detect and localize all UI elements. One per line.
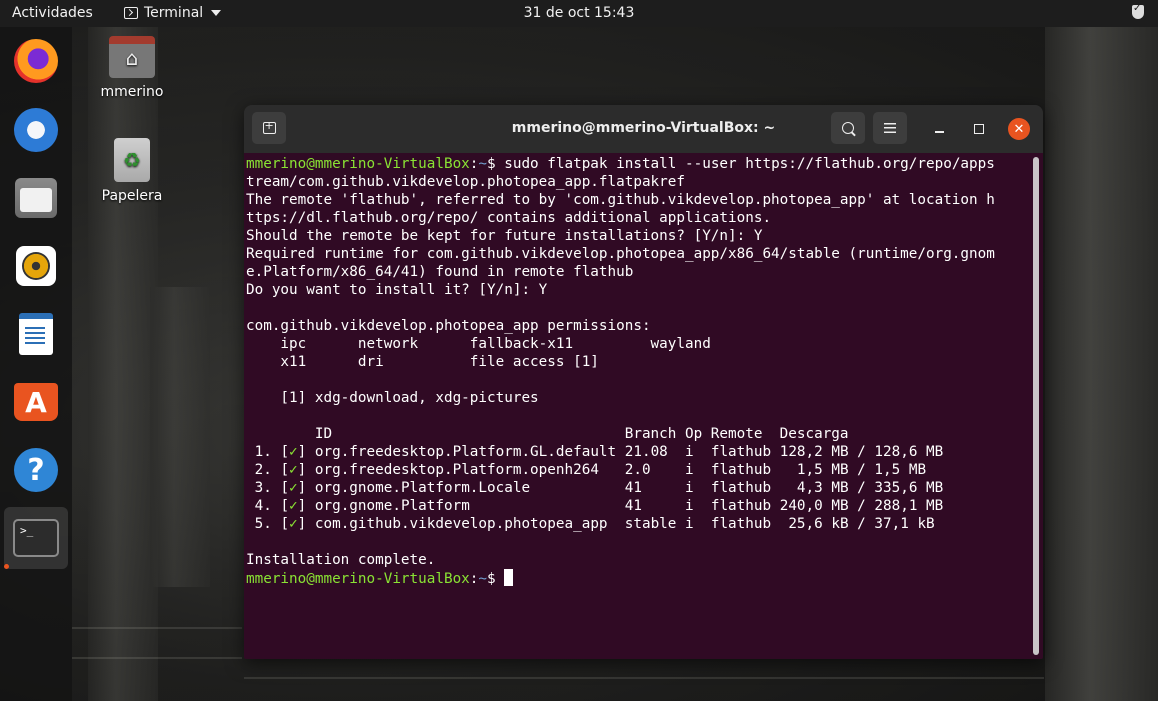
help-icon: ?	[14, 448, 58, 492]
prompt-user: mmerino@mmerino-VirtualBox	[246, 571, 470, 587]
menu-button[interactable]	[873, 112, 907, 144]
firefox-icon	[14, 39, 58, 83]
dock-item-help[interactable]: ?	[10, 444, 62, 496]
search-button[interactable]	[831, 112, 865, 144]
output-line: The remote 'flathub', referred to by 'co…	[246, 192, 995, 208]
terminal-app-icon	[124, 7, 138, 19]
hamburger-menu-icon	[884, 123, 896, 133]
shield-check-icon	[1132, 3, 1144, 19]
terminal-content[interactable]: mmerino@mmerino-VirtualBox:~$ sudo flatp…	[244, 153, 1043, 659]
running-indicator	[4, 564, 9, 569]
output-line: e.Platform/x86_64/41) found in remote fl…	[246, 264, 634, 280]
dock-item-terminal[interactable]: >_	[4, 507, 68, 569]
maximize-icon	[974, 124, 984, 134]
prompt-symbol: $	[487, 156, 505, 172]
thunderbird-icon	[14, 108, 58, 152]
completion-message: Installation complete.	[246, 552, 436, 568]
minimize-button[interactable]	[928, 118, 950, 140]
output-line: Required runtime for com.github.vikdevel…	[246, 246, 995, 262]
top-bar: Actividades Terminal 31 de oct 15:43	[0, 0, 1158, 27]
dock-item-thunderbird[interactable]	[10, 104, 62, 156]
chevron-down-icon	[211, 10, 222, 16]
dock-item-rhythmbox[interactable]	[10, 240, 62, 292]
desktop-icon-label: Papelera	[101, 188, 163, 204]
prompt-symbol: $	[487, 571, 505, 587]
table-row: 2. [✓] org.freedesktop.Platform.openh264…	[246, 462, 927, 478]
output-line: Should the remote be kept for future ins…	[246, 228, 763, 244]
prompt-user: mmerino@mmerino-VirtualBox	[246, 156, 470, 172]
table-header: ID Branch Op Remote Descarga	[246, 426, 849, 442]
system-tray[interactable]	[1132, 3, 1144, 19]
output-line: [1] xdg-download, xdg-pictures	[246, 390, 539, 406]
rhythmbox-icon	[16, 246, 56, 286]
scrollbar[interactable]	[1033, 157, 1039, 655]
home-folder-icon	[109, 36, 155, 78]
search-icon	[842, 122, 854, 134]
terminal-output[interactable]: mmerino@mmerino-VirtualBox:~$ sudo flatp…	[246, 155, 1031, 588]
output-line: ttps://dl.flathub.org/repo/ contains add…	[246, 210, 772, 226]
terminal-window: mmerino@mmerino-VirtualBox: ~ ✕ mmerino@…	[244, 105, 1043, 659]
dock-item-software[interactable]: A	[10, 376, 62, 428]
close-button[interactable]: ✕	[1008, 118, 1030, 140]
minimize-icon	[934, 131, 944, 133]
close-icon: ✕	[1013, 121, 1025, 137]
output-line: com.github.vikdevelop.photopea_app permi…	[246, 318, 651, 334]
activities-button[interactable]: Actividades	[12, 5, 93, 21]
desktop-icon-trash[interactable]: Papelera	[92, 138, 172, 204]
software-store-icon: A	[14, 383, 58, 421]
output-line: Do you want to install it? [Y/n]: Y	[246, 282, 548, 298]
prompt-path: ~	[478, 571, 488, 587]
table-row: 4. [✓] org.gnome.Platform 41 i flathub 2…	[246, 498, 944, 514]
prompt-path: ~	[478, 156, 488, 172]
table-row: 3. [✓] org.gnome.Platform.Locale 41 i fl…	[246, 480, 944, 496]
trash-icon	[114, 138, 150, 182]
table-row: 5. [✓] com.github.vikdevelop.photopea_ap…	[246, 516, 935, 532]
output-line: x11 dri file access [1]	[246, 354, 599, 370]
dock-item-writer[interactable]	[10, 308, 62, 360]
prompt-line: mmerino@mmerino-VirtualBox:~$	[246, 569, 513, 587]
desktop-icon-label: mmerino	[100, 84, 164, 100]
app-menu[interactable]: Terminal	[124, 5, 222, 21]
writer-icon	[19, 313, 53, 355]
dock: A ? >_	[0, 27, 72, 701]
terminal-icon: >_	[13, 519, 59, 557]
command-text: sudo flatpak install --user https://flat…	[504, 156, 995, 172]
window-title: mmerino@mmerino-VirtualBox: ~	[511, 120, 776, 136]
maximize-button[interactable]	[968, 118, 990, 140]
desktop-icon-home[interactable]: mmerino	[92, 36, 172, 100]
prompt-line: mmerino@mmerino-VirtualBox:~$ sudo flatp…	[246, 156, 995, 172]
command-text-cont: tream/com.github.vikdevelop.photopea_app…	[246, 174, 685, 190]
text-cursor	[504, 569, 513, 586]
table-row: 1. [✓] org.freedesktop.Platform.GL.defau…	[246, 444, 944, 460]
output-line: ipc network fallback-x11 wayland	[246, 336, 711, 352]
app-menu-label: Terminal	[144, 5, 204, 21]
files-icon	[15, 178, 57, 218]
dock-item-files[interactable]	[10, 172, 62, 224]
clock[interactable]: 31 de oct 15:43	[524, 5, 635, 21]
title-bar[interactable]: mmerino@mmerino-VirtualBox: ~ ✕	[244, 105, 1043, 153]
dock-item-firefox[interactable]	[10, 35, 62, 87]
